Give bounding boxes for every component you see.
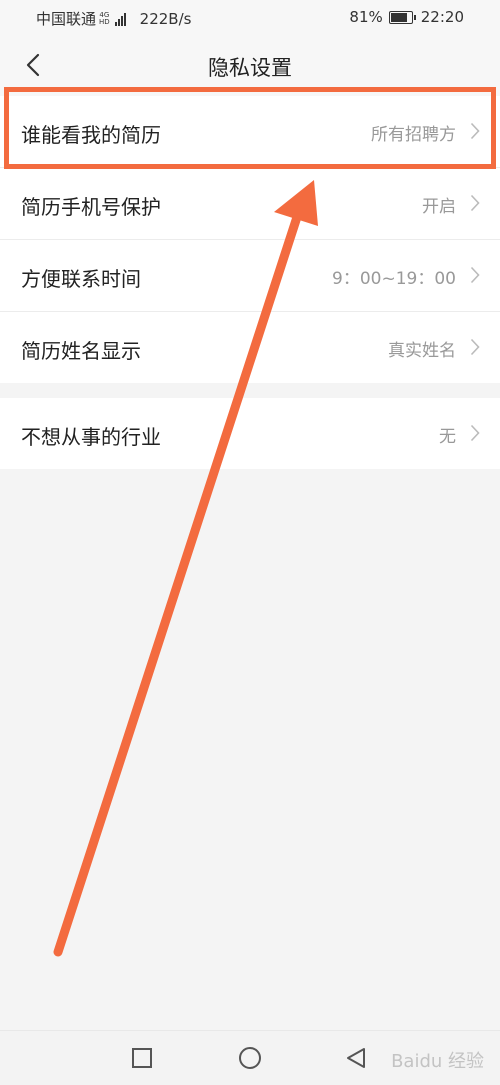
network-type: 4G HD (99, 11, 110, 26)
chevron-right-icon (470, 266, 480, 284)
circle-icon (239, 1047, 261, 1069)
setting-label: 简历手机号保护 (21, 195, 161, 219)
home-button[interactable] (236, 1044, 264, 1072)
setting-row-resume-visibility[interactable]: 谁能看我的简历 所有招聘方 (0, 96, 500, 168)
chevron-right-icon (470, 194, 480, 212)
privacy-settings-group: 谁能看我的简历 所有招聘方 简历手机号保护 开启 方便联系时间 9：00~19：… (0, 96, 500, 383)
setting-label: 方便联系时间 (21, 267, 141, 291)
setting-value: 无 (439, 427, 456, 447)
chevron-right-icon (470, 424, 480, 442)
triangle-left-icon (347, 1048, 365, 1068)
setting-row-name-display[interactable]: 简历姓名显示 真实姓名 (0, 312, 500, 383)
chevron-right-icon (470, 122, 480, 140)
network-type-bottom: HD (99, 17, 110, 26)
setting-value: 开启 (422, 197, 456, 217)
page-title: 隐私设置 (208, 56, 292, 80)
clock: 22:20 (420, 8, 464, 26)
status-right: 81% 22:20 (349, 8, 464, 26)
chevron-right-icon (470, 338, 480, 356)
setting-row-phone-protection[interactable]: 简历手机号保护 开启 (0, 168, 500, 240)
watermark: Baidu 经验 (391, 1051, 484, 1072)
setting-label: 简历姓名显示 (21, 339, 141, 363)
setting-value: 真实姓名 (388, 341, 456, 361)
square-icon (132, 1048, 152, 1068)
setting-label: 谁能看我的简历 (21, 123, 161, 147)
carrier-name: 中国联通 (36, 10, 97, 28)
status-bar: 中国联通 4G HD 222B/s 81% 22:20 (0, 0, 500, 34)
network-speed: 222B/s (139, 9, 192, 28)
setting-label: 不想从事的行业 (21, 425, 161, 449)
nav-back-button[interactable] (342, 1044, 370, 1072)
industry-settings-group: 不想从事的行业 无 (0, 398, 500, 469)
signal-icon (114, 12, 126, 26)
setting-row-unwanted-industry[interactable]: 不想从事的行业 无 (0, 398, 500, 469)
setting-value: 9：00~19：00 (332, 269, 456, 289)
status-left: 中国联通 4G HD 222B/s (36, 8, 191, 29)
battery-percent: 81% (349, 8, 383, 26)
setting-row-contact-time[interactable]: 方便联系时间 9：00~19：00 (0, 240, 500, 312)
setting-value: 所有招聘方 (371, 125, 456, 145)
battery-icon (388, 10, 416, 24)
recent-apps-button[interactable] (128, 1044, 156, 1072)
system-nav-bar: Baidu 经验 (0, 1030, 500, 1085)
app-header: 隐私设置 (0, 34, 500, 96)
